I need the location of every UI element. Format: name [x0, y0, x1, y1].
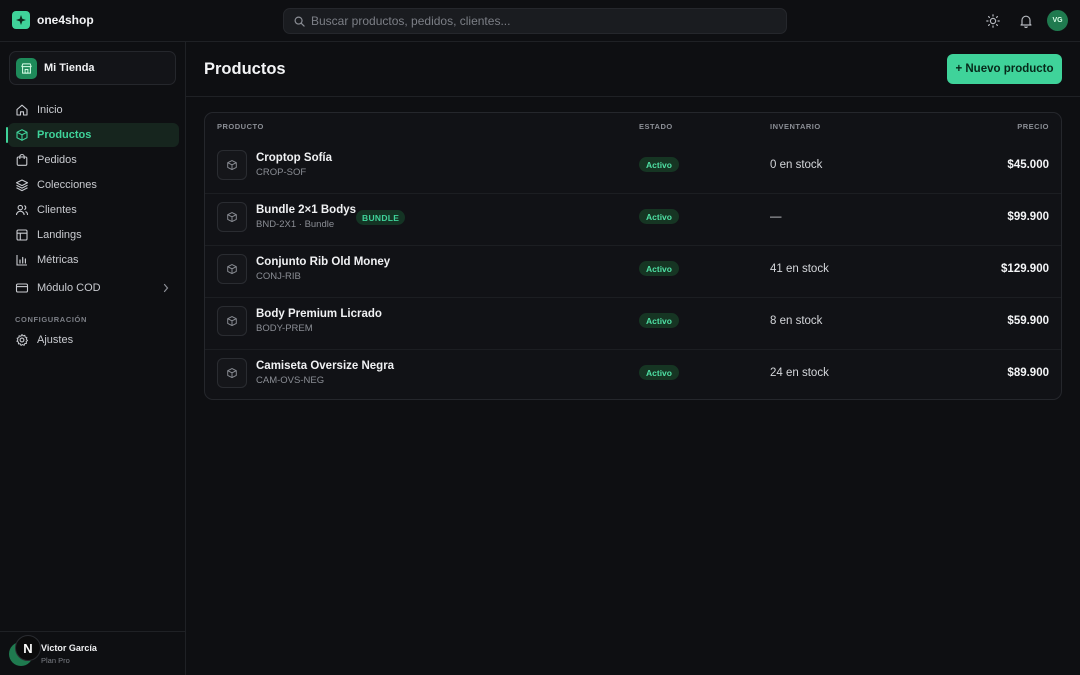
sidebar-item-ajustes[interactable]: Ajustes — [8, 328, 179, 352]
row-divider — [205, 297, 1061, 298]
product-sku: BND-2X1 · Bundle — [256, 219, 335, 230]
sidebar-item-productos[interactable]: Productos — [8, 123, 179, 147]
sidebar-item-label: Colecciones — [37, 179, 97, 191]
sidebar-item-label: Ajustes — [37, 334, 74, 346]
product-name[interactable]: Croptop Sofía — [256, 152, 332, 164]
card-icon — [15, 281, 29, 295]
sidebar-item-pedidos[interactable]: Pedidos — [8, 148, 179, 172]
product-thumbnail-icon — [217, 358, 247, 388]
products-table: PRODUCTO ESTADO INVENTARIO PRECIO Cropto… — [204, 112, 1062, 400]
inventory-value: 24 en stock — [770, 367, 829, 379]
sidebar: Mi Tienda Inicio Productos Pedidos Colec… — [0, 42, 186, 675]
product-thumbnail-icon — [217, 202, 247, 232]
user-profile[interactable]: N Victor García Plan Pro — [0, 631, 185, 675]
product-sku: BODY-PREM — [256, 323, 313, 334]
table-row[interactable]: Bundle 2×1 Bodys BUNDLE BND-2X1 · Bundle… — [205, 193, 1061, 245]
bundle-badge: BUNDLE — [356, 210, 406, 225]
status-badge: Activo — [639, 157, 679, 172]
sidebar-item-label: Inicio — [37, 104, 63, 116]
home-icon — [15, 103, 29, 117]
status-badge: Activo — [639, 313, 679, 328]
status-badge: Activo — [639, 365, 679, 380]
product-name[interactable]: Body Premium Licrado — [256, 308, 382, 320]
inventory-value: — — [770, 211, 782, 223]
layout-icon — [15, 228, 29, 242]
sidebar-item-label: Clientes — [37, 204, 77, 216]
chevron-right-icon — [162, 283, 170, 293]
column-header-product: PRODUCTO — [217, 122, 264, 131]
row-divider — [205, 245, 1061, 246]
sidebar-item-label: Landings — [37, 229, 82, 241]
product-thumbnail-icon — [217, 150, 247, 180]
sidebar-item-landings[interactable]: Landings — [8, 223, 179, 247]
product-sku: CONJ-RIB — [256, 271, 301, 282]
search-bar[interactable] — [283, 8, 787, 34]
inventory-value: 0 en stock — [770, 159, 823, 171]
page-title: Productos — [204, 60, 286, 78]
chart-icon — [15, 253, 29, 267]
price-value: $59.900 — [1007, 315, 1049, 327]
sidebar-item-inicio[interactable]: Inicio — [8, 98, 179, 122]
status-badge: Activo — [639, 261, 679, 276]
row-divider — [205, 193, 1061, 194]
table-row[interactable]: Croptop Sofía CROP-SOF Activo 0 en stock… — [205, 141, 1061, 193]
product-sku: CROP-SOF — [256, 167, 307, 178]
price-value: $45.000 — [1007, 159, 1049, 171]
sidebar-item-label: Pedidos — [37, 154, 77, 166]
sidebar-item-clientes[interactable]: Clientes — [8, 198, 179, 222]
column-header-status: ESTADO — [639, 122, 673, 131]
status-badge: Activo — [639, 209, 679, 224]
price-value: $99.900 — [1007, 211, 1049, 223]
bell-icon[interactable] — [1018, 13, 1034, 29]
layers-icon — [15, 178, 29, 192]
inventory-value: 8 en stock — [770, 315, 823, 327]
price-value: $89.900 — [1007, 367, 1049, 379]
page-header: Productos + Nuevo producto — [186, 42, 1080, 97]
sidebar-item-label: Métricas — [37, 254, 79, 266]
brand-name: one4shop — [37, 13, 94, 27]
product-name[interactable]: Conjunto Rib Old Money — [256, 256, 390, 268]
users-icon — [15, 203, 29, 217]
new-product-button[interactable]: + Nuevo producto — [947, 54, 1062, 84]
row-divider — [205, 349, 1061, 350]
user-avatar[interactable]: VG — [1047, 10, 1068, 31]
store-name: Mi Tienda — [44, 62, 95, 74]
user-badge: N — [15, 635, 41, 661]
store-switcher[interactable]: Mi Tienda — [9, 51, 176, 85]
column-header-price: PRECIO — [1017, 122, 1049, 131]
box-icon — [15, 128, 29, 142]
product-thumbnail-icon — [217, 254, 247, 284]
sidebar-item-modulo-cod[interactable]: Módulo COD — [8, 276, 179, 300]
price-value: $129.900 — [1001, 263, 1049, 275]
product-sku: CAM-OVS-NEG — [256, 375, 325, 386]
sidebar-item-label: Productos — [37, 129, 92, 141]
product-name[interactable]: Camiseta Oversize Negra — [256, 360, 394, 372]
table-row[interactable]: Body Premium Licrado BODY-PREM Activo 8 … — [205, 297, 1061, 349]
bag-icon — [15, 153, 29, 167]
product-thumbnail-icon — [217, 306, 247, 336]
table-row[interactable]: Camiseta Oversize Negra CAM-OVS-NEG Acti… — [205, 349, 1061, 399]
store-icon — [16, 57, 37, 79]
product-name[interactable]: Bundle 2×1 Bodys — [256, 204, 356, 216]
search-input[interactable] — [311, 14, 771, 28]
inventory-value: 41 en stock — [770, 263, 829, 275]
brand[interactable]: one4shop — [12, 11, 94, 29]
brand-logo-icon — [12, 11, 30, 29]
sun-icon[interactable] — [985, 13, 1001, 29]
user-plan: Plan Pro — [41, 656, 70, 665]
search-icon — [294, 16, 305, 27]
top-bar: one4shop VG — [0, 0, 1080, 42]
user-name: Victor García — [41, 643, 97, 653]
gear-icon — [15, 333, 29, 347]
sidebar-item-metricas[interactable]: Métricas — [8, 248, 179, 272]
sidebar-item-label: Módulo COD — [37, 282, 101, 294]
sidebar-item-colecciones[interactable]: Colecciones — [8, 173, 179, 197]
table-row[interactable]: Conjunto Rib Old Money CONJ-RIB Activo 4… — [205, 245, 1061, 297]
section-label-configuracion: CONFIGURACIÓN — [15, 315, 87, 324]
column-header-inventory: INVENTARIO — [770, 122, 821, 131]
